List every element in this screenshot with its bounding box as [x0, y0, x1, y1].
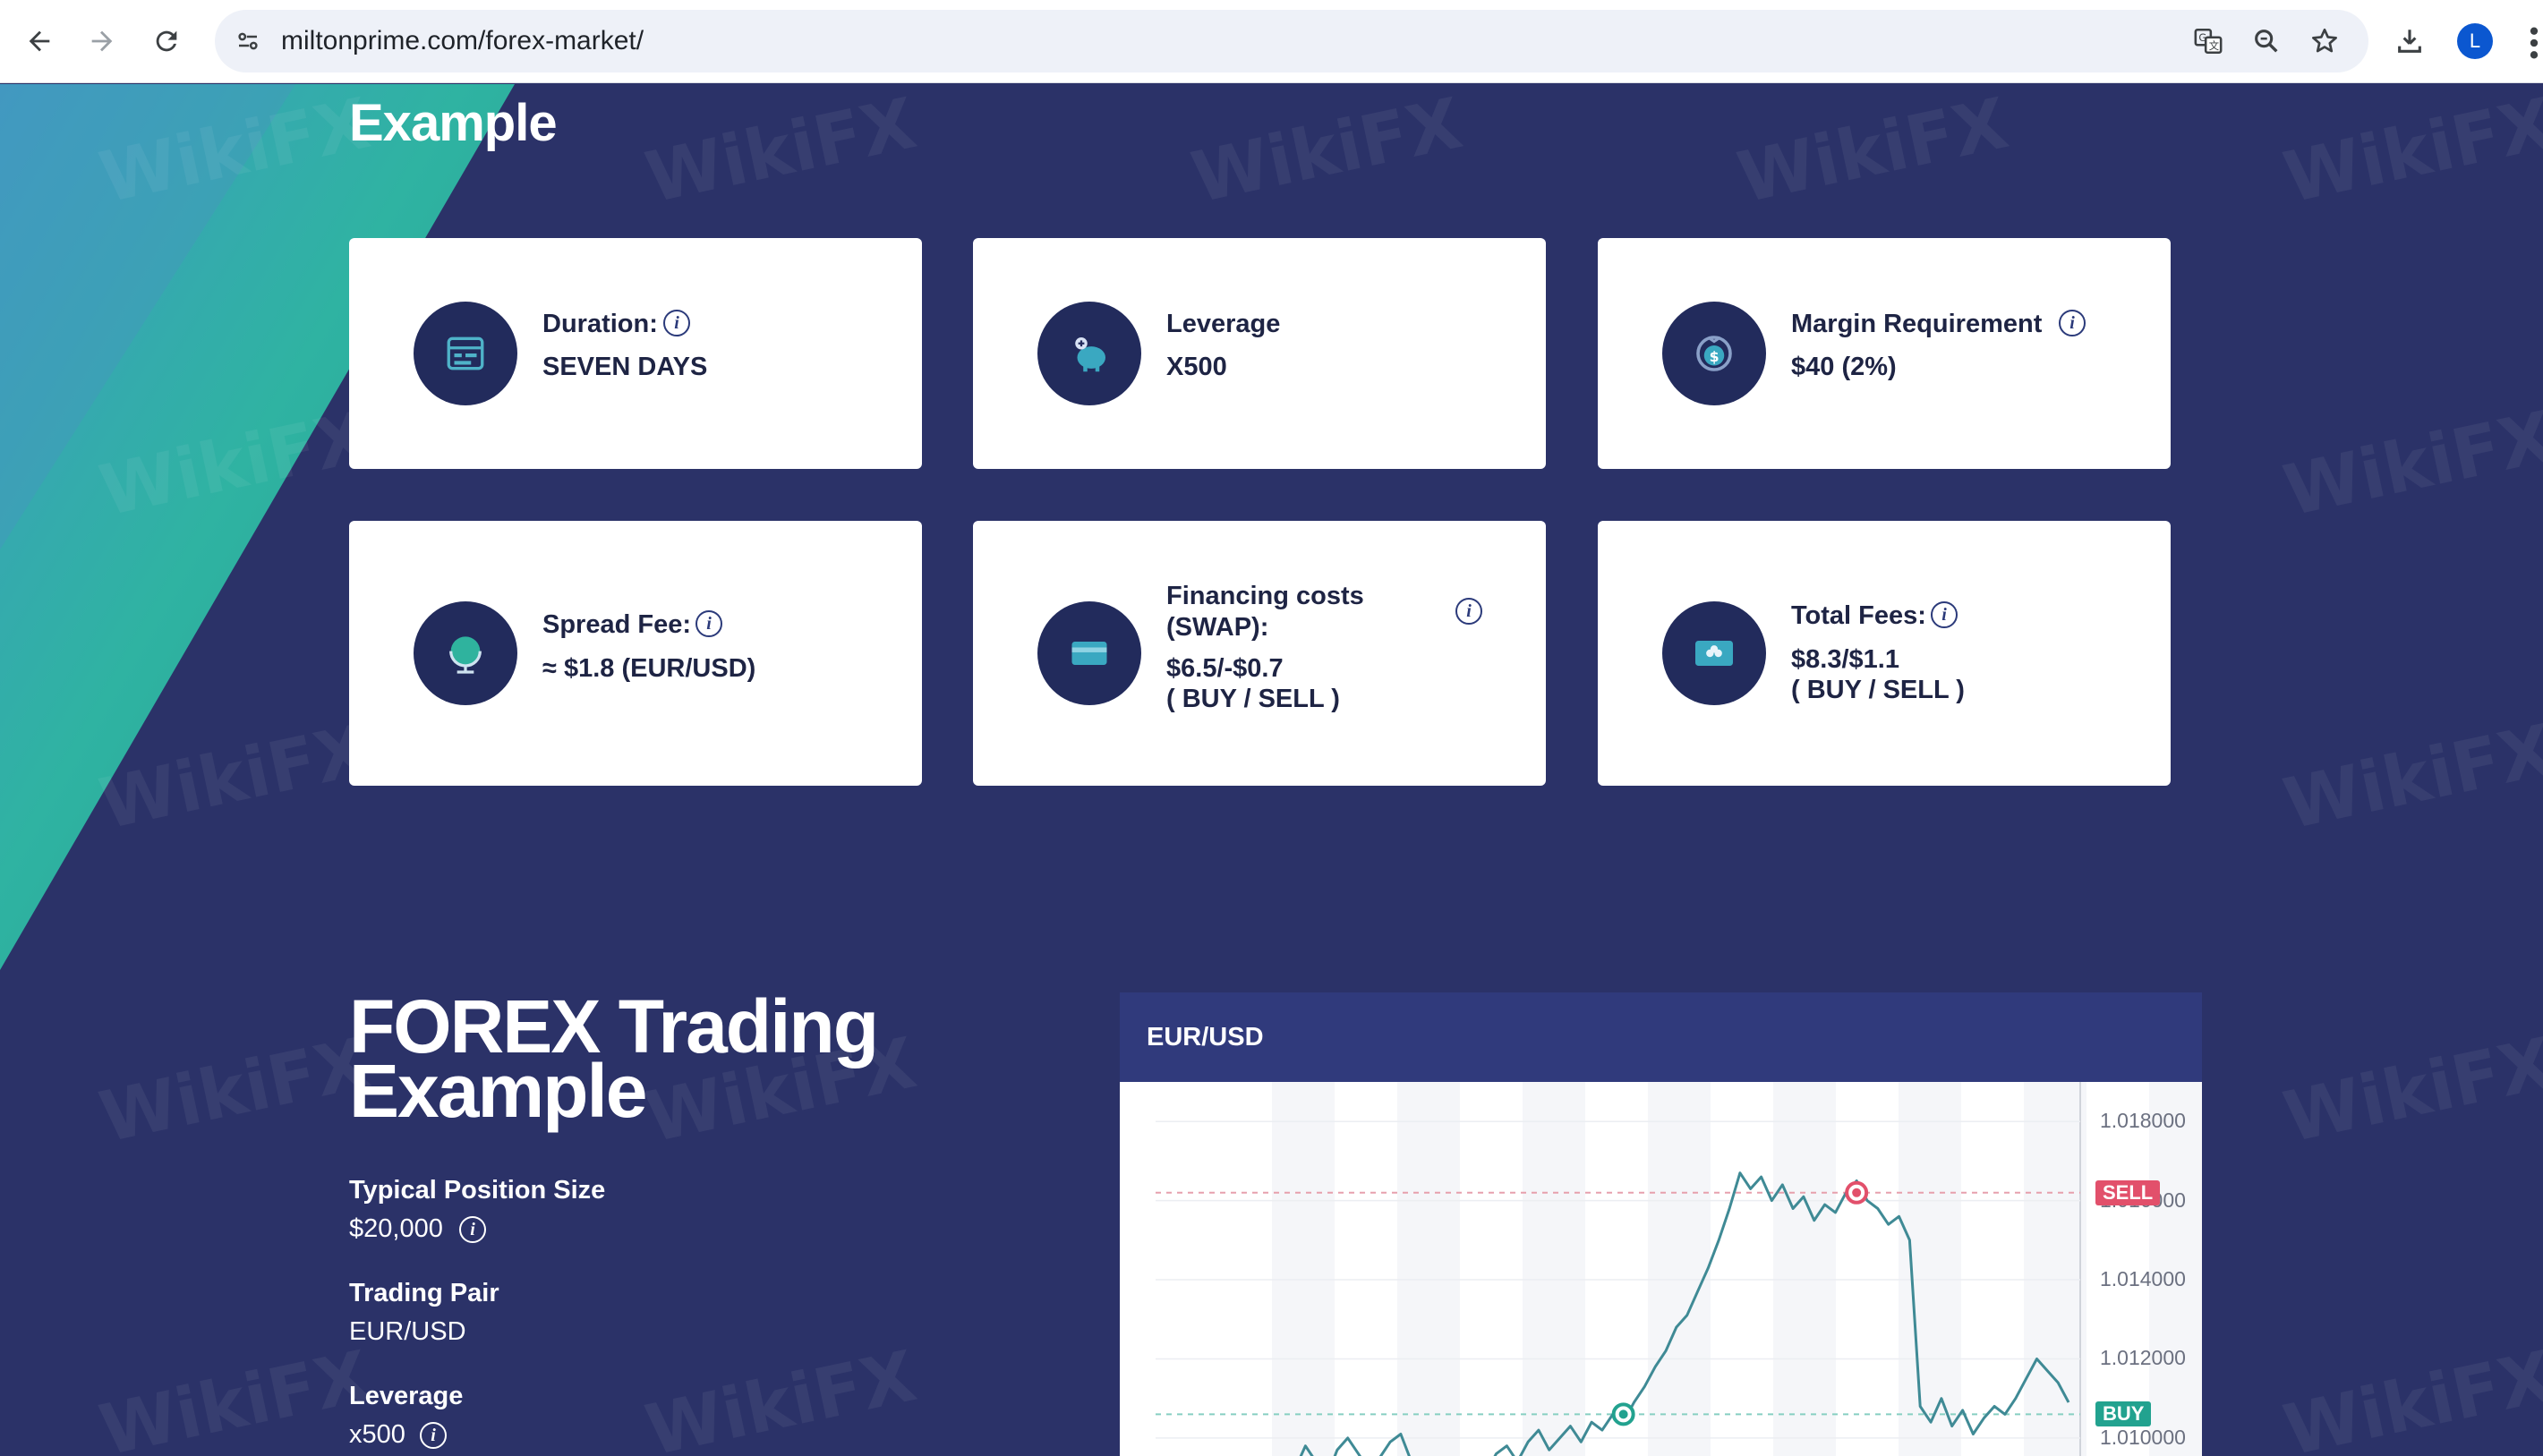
card-label: Duration:: [542, 310, 658, 338]
tune-icon[interactable]: [229, 22, 267, 60]
svg-text:$: $: [1710, 348, 1720, 365]
watermark: WikiFX: [2276, 1023, 2543, 1159]
chart-band: [1773, 1082, 1836, 1456]
svg-text:文: 文: [2209, 39, 2219, 52]
chart-title: EUR/USD: [1147, 1023, 1264, 1052]
card-label: Leverage: [1166, 310, 1281, 338]
y-tick-label: 1.010000: [2100, 1425, 2186, 1449]
card-value: ( BUY / SELL ): [1166, 685, 1340, 713]
back-icon: [29, 30, 50, 52]
forward-button[interactable]: [77, 16, 127, 66]
card-total-fees: Total Fees: i $8.3/$1.1 ( BUY / SELL ): [1598, 521, 2171, 786]
reload-button[interactable]: [141, 16, 192, 66]
card-value: $6.5/-$0.7: [1166, 654, 1284, 683]
watermark: WikiFX: [2276, 710, 2543, 846]
card-label: Margin Requirement: [1791, 310, 2043, 338]
watermark: WikiFX: [2276, 84, 2543, 219]
kebab-icon[interactable]: [2530, 25, 2539, 61]
sell-marker-dot: [1852, 1188, 1862, 1197]
card-label: (SWAP):: [1166, 613, 1269, 642]
chart-band: [1523, 1082, 1585, 1456]
card-value: ≈ $1.8 (EUR/USD): [542, 654, 756, 683]
info-icon[interactable]: i: [459, 1216, 486, 1243]
y-tick-label: 1.018000: [2100, 1109, 2186, 1133]
watermark: WikiFX: [92, 1336, 377, 1456]
zoom-icon[interactable]: [2248, 22, 2285, 60]
piggy-bank-icon: [1037, 302, 1141, 405]
chart-band: [1648, 1082, 1711, 1456]
spec-value: $20,000: [349, 1214, 443, 1243]
watermark: WikiFX: [1730, 84, 2015, 219]
info-icon[interactable]: i: [1455, 598, 1482, 625]
card-margin-requirement: $ Margin Requirement i $40 (2%): [1598, 238, 2171, 469]
chart-header: EUR/USD: [1120, 992, 2202, 1082]
spec-label: Trading Pair: [349, 1279, 499, 1307]
spec-value: x500: [349, 1420, 405, 1449]
card-spread-fee: Spread Fee: i ≈ $1.8 (EUR/USD): [349, 521, 922, 786]
credit-card-icon: [1037, 601, 1141, 705]
card-financing-costs: Financing costs (SWAP): i $6.5/-$0.7 ( B…: [973, 521, 1546, 786]
chart-band: [1272, 1082, 1335, 1456]
cash-icon: [1662, 601, 1766, 705]
watermark: WikiFX: [1184, 84, 1469, 219]
url-text[interactable]: miltonprime.com/forex-market/: [281, 26, 644, 56]
browser-toolbar: miltonprime.com/forex-market/ G文 L: [0, 0, 2543, 83]
watermark: WikiFX: [638, 1336, 923, 1456]
web-page: WikiFX WikiFX WikiFX WikiFX WikiFX WikiF…: [0, 84, 2543, 1456]
download-button[interactable]: [2385, 16, 2435, 66]
card-value: ( BUY / SELL ): [1791, 676, 1965, 704]
info-icon[interactable]: i: [420, 1422, 447, 1449]
translate-icon[interactable]: G文: [2189, 22, 2227, 60]
star-icon[interactable]: [2306, 22, 2343, 60]
sell-tag: SELL: [2095, 1179, 2161, 1205]
section-heading: Example: [349, 94, 558, 152]
chart-plot: [1156, 1082, 2202, 1456]
card-value: $40 (2%): [1791, 353, 1897, 381]
calendar-icon: [414, 302, 517, 405]
buy-marker-dot: [1618, 1409, 1628, 1419]
address-bar[interactable]: miltonprime.com/forex-market/ G文: [215, 10, 2368, 72]
card-value: X500: [1166, 353, 1227, 381]
eurusd-chart: EUR/USD 1.0180001.0160001.0140001.012000…: [1120, 992, 2202, 1456]
globe-icon: [414, 601, 517, 705]
card-label: Spread Fee:: [542, 610, 691, 639]
money-bag-icon: $: [1662, 302, 1766, 405]
chart-band: [1899, 1082, 1961, 1456]
watermark: WikiFX: [2276, 396, 2543, 532]
chart-band: [2024, 1082, 2086, 1456]
back-button[interactable]: [14, 16, 64, 66]
info-icon[interactable]: i: [663, 310, 690, 336]
card-label: Total Fees:: [1791, 601, 1926, 630]
watermark: WikiFX: [2276, 1336, 2543, 1456]
y-tick-label: 1.012000: [2100, 1346, 2186, 1370]
chart-band: [1397, 1082, 1460, 1456]
forward-icon: [91, 30, 113, 52]
y-tick-label: 1.014000: [2100, 1267, 2186, 1291]
card-value: $8.3/$1.1: [1791, 645, 1899, 674]
spec-label: Typical Position Size: [349, 1176, 606, 1205]
profile-avatar[interactable]: L: [2457, 23, 2493, 59]
info-icon[interactable]: i: [1931, 601, 1958, 628]
card-label: Financing costs: [1166, 582, 1364, 610]
info-icon[interactable]: i: [2059, 310, 2086, 336]
card-duration: Duration: i SEVEN DAYS: [349, 238, 922, 469]
buy-tag: BUY: [2095, 1401, 2152, 1427]
forex-heading: Example: [349, 1049, 648, 1133]
spec-label: Leverage: [349, 1382, 464, 1410]
reload-icon: [156, 30, 177, 52]
card-leverage: Leverage X500: [973, 238, 1546, 469]
card-value: SEVEN DAYS: [542, 353, 708, 381]
info-icon[interactable]: i: [695, 610, 722, 637]
watermark: WikiFX: [638, 84, 923, 219]
download-icon: [2398, 30, 2421, 53]
spec-value: EUR/USD: [349, 1317, 466, 1346]
